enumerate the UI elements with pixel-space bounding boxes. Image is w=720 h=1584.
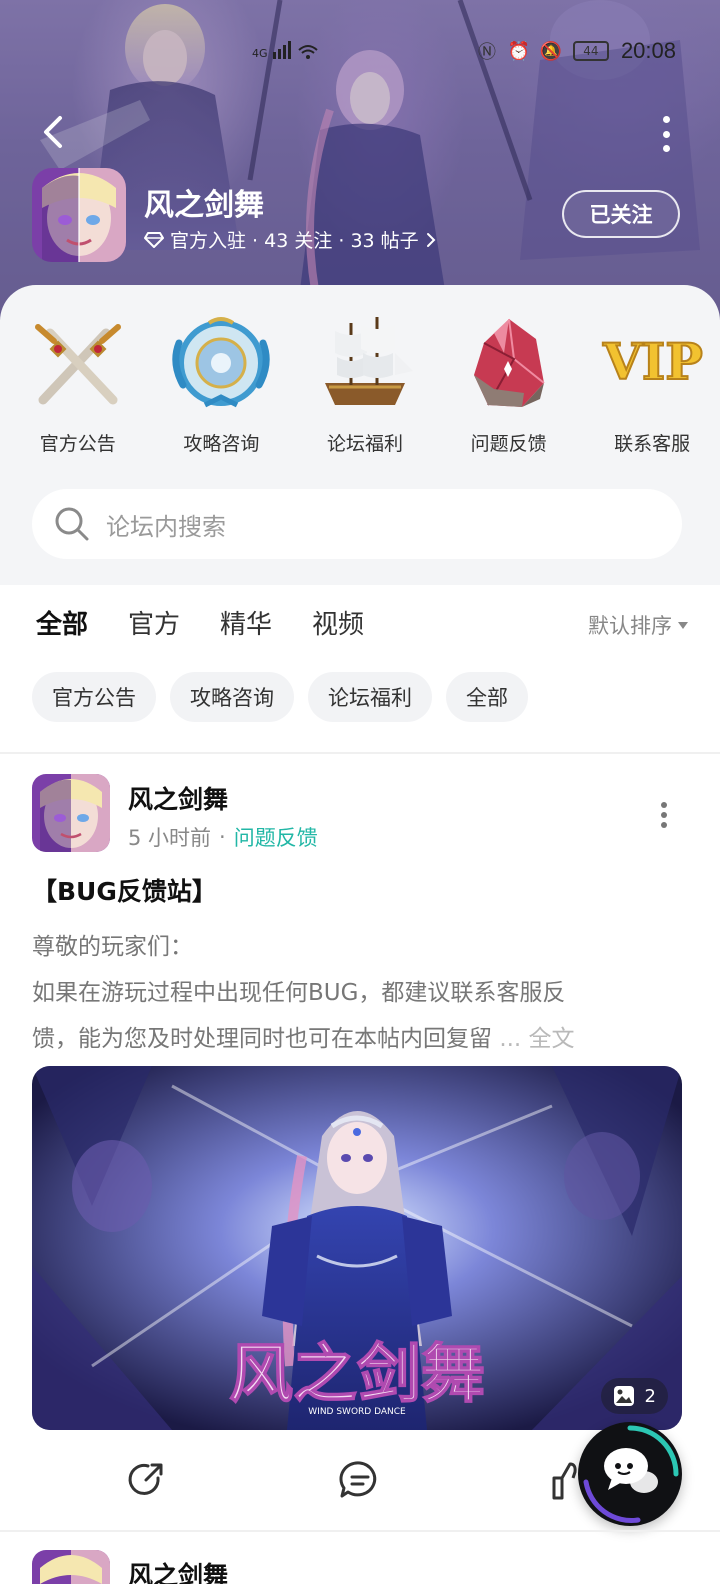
chat-assistant-button[interactable] [578, 1422, 682, 1526]
chip-strategy[interactable]: 攻略咨询 [170, 672, 294, 722]
back-button[interactable] [32, 108, 72, 156]
sort-dropdown[interactable]: 默认排序 [588, 610, 688, 640]
post-category[interactable]: 问题反馈 [234, 822, 318, 852]
post-body[interactable]: 尊敬的玩家们： 如果在游玩过程中出现任何BUG，都建议联系客服反 馈，能为您及时… [32, 924, 682, 1062]
comment-icon [339, 1461, 377, 1498]
post-title[interactable]: 【BUG反馈站】 [32, 872, 217, 908]
next-post-avatar[interactable] [32, 1550, 110, 1584]
caret-down-icon [678, 621, 688, 629]
entry-feedback[interactable]: 问题反馈 [441, 313, 577, 456]
signal-indicators: 4G [252, 40, 319, 60]
next-post-author[interactable]: 风之剑舞 [128, 1556, 228, 1584]
divider [0, 1530, 720, 1532]
post-line: 馈，能为您及时处理同时也可在本帖内回复留 [32, 1026, 492, 1052]
entry-label: 联系客服 [614, 433, 691, 455]
tab-video[interactable]: 视频 [312, 604, 364, 647]
share-icon [128, 1463, 163, 1495]
entry-customer-service[interactable]: VIP 联系客服 [584, 313, 720, 456]
chip-all[interactable]: 全部 [446, 672, 528, 722]
sailing-ship-icon [310, 313, 420, 413]
dragon-emblem-icon [166, 313, 276, 413]
post-author-name[interactable]: 风之剑舞 [128, 780, 228, 816]
category-chips: 官方公告 攻略咨询 论坛福利 全部 [32, 672, 528, 722]
search-bar[interactable]: 论坛内搜索 [32, 489, 682, 559]
post-line: 尊敬的玩家们： [32, 934, 193, 960]
entry-label: 论坛福利 [326, 433, 403, 455]
search-icon [55, 507, 89, 541]
post-more-button[interactable] [660, 802, 668, 828]
forum-banner: Ⓝ ⏰ 🔕 44 20:08 4G 风之剑舞 官方入驻 · 43 关注 · 33… [0, 0, 720, 320]
diamond-icon [144, 231, 164, 248]
tab-official[interactable]: 官方 [128, 604, 180, 647]
alarm-icon: ⏰ [507, 40, 531, 62]
post-time: 5 小时前 [128, 826, 212, 850]
mute-icon: 🔕 [539, 40, 563, 62]
forum-meta[interactable]: 官方入驻 · 43 关注 · 33 帖子 [144, 226, 437, 253]
poster-title: 风之剑舞 [229, 1337, 485, 1412]
chat-bubble-icon [583, 1425, 679, 1523]
entry-strategy[interactable]: 攻略咨询 [154, 313, 290, 456]
comment-button[interactable] [336, 1456, 384, 1504]
forum-title: 风之剑舞 [144, 188, 264, 223]
post-subline: 5 小时前 · 问题反馈 [128, 822, 318, 852]
read-full-link[interactable]: ... 全文 [499, 1026, 574, 1052]
vip-badge-icon: VIP [597, 313, 707, 413]
search-placeholder: 论坛内搜索 [106, 512, 226, 541]
post-tabs: 全部 官方 精华 视频 [36, 604, 364, 647]
tab-featured[interactable]: 精华 [220, 604, 272, 647]
nfc-icon: Ⓝ [477, 42, 496, 63]
more-options-button[interactable] [656, 116, 676, 152]
crossed-swords-icon [23, 313, 133, 413]
signal-icon [272, 41, 318, 59]
quick-entries: 官方公告 攻略咨询 论坛福利 问题反馈 VIP 联系客服 [0, 313, 720, 456]
clock: 20:08 [620, 38, 676, 63]
post-author-avatar[interactable] [32, 774, 110, 852]
share-button[interactable] [122, 1456, 170, 1504]
app-icon [32, 168, 126, 262]
image-count: 2 [644, 1385, 656, 1407]
separator-dot: · [219, 825, 226, 849]
entry-label: 攻略咨询 [183, 433, 260, 455]
gallery-icon [613, 1386, 634, 1406]
follow-button[interactable]: 已关注 [562, 190, 680, 238]
chip-official-notice[interactable]: 官方公告 [32, 672, 156, 722]
vip-badge-text: VIP [602, 332, 703, 391]
divider [0, 752, 720, 754]
sort-label: 默认排序 [588, 614, 672, 638]
battery-icon: 44 [572, 41, 609, 61]
post-image[interactable]: 风之剑舞 WIND SWORD DANCE 2 [32, 1066, 682, 1430]
red-crystal-icon [454, 313, 564, 413]
entry-label: 官方公告 [39, 433, 116, 455]
network-type: 4G [252, 47, 268, 60]
avatar [32, 1550, 110, 1584]
poster-subtitle: WIND SWORD DANCE [308, 1407, 406, 1417]
avatar [32, 774, 110, 852]
entry-official-notice[interactable]: 官方公告 [10, 313, 146, 456]
quick-entry-panel: 官方公告 攻略咨询 论坛福利 问题反馈 VIP 联系客服 论坛内搜索 [0, 285, 720, 585]
entry-label: 问题反馈 [470, 433, 547, 455]
image-count-badge: 2 [600, 1378, 668, 1414]
status-bar: Ⓝ ⏰ 🔕 44 20:08 [477, 38, 676, 64]
game-character-icon [32, 168, 126, 262]
forum-meta-text: 官方入驻 · 43 关注 · 33 帖子 [170, 230, 419, 252]
post-line: 如果在游玩过程中出现任何BUG，都建议联系客服反 [32, 980, 566, 1006]
chevron-right-icon [426, 232, 436, 247]
game-poster-image: 风之剑舞 WIND SWORD DANCE [32, 1066, 682, 1430]
chevron-left-icon [44, 116, 62, 148]
entry-forum-welfare[interactable]: 论坛福利 [297, 313, 433, 456]
tab-all[interactable]: 全部 [36, 604, 88, 647]
post-line-last: 馈，能为您及时处理同时也可在本帖内回复留 ... 全文 [32, 1016, 682, 1062]
chip-forum-welfare[interactable]: 论坛福利 [308, 672, 432, 722]
